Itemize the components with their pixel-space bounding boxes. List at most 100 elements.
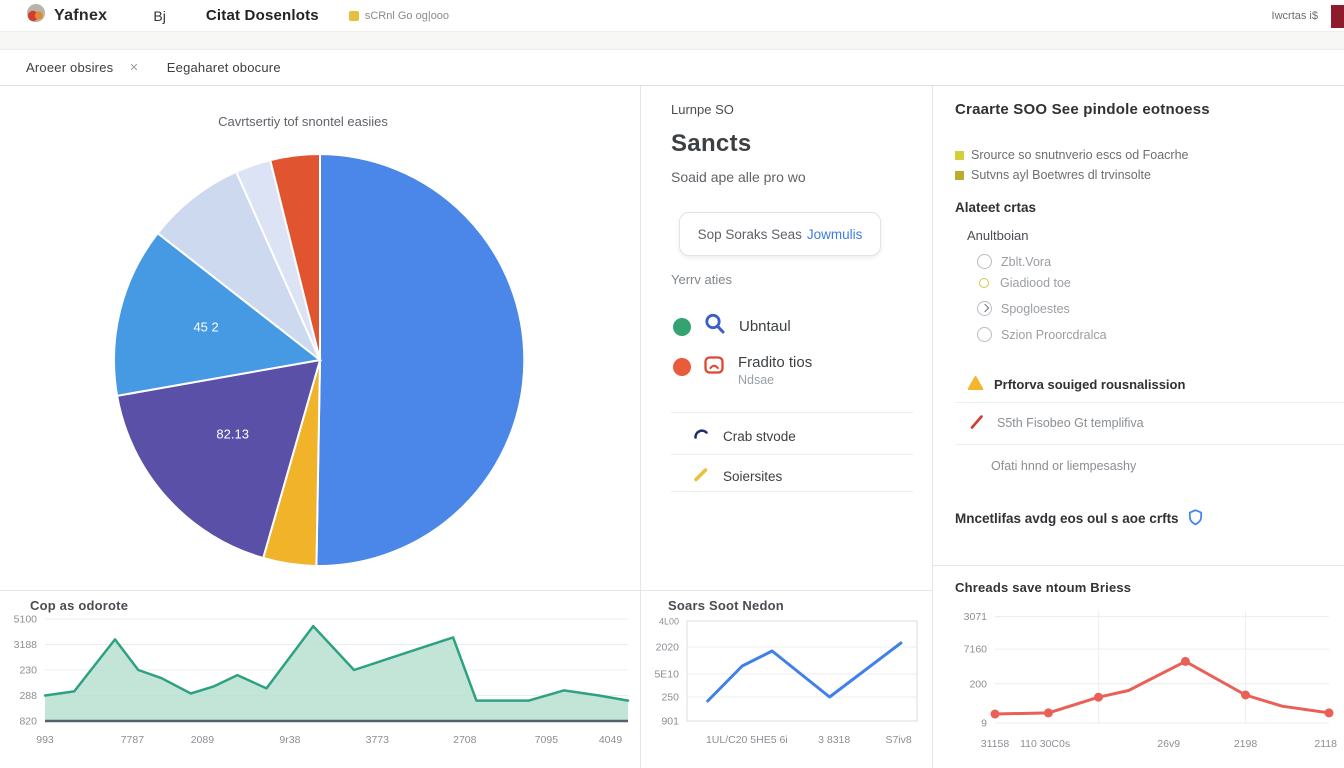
svg-text:5E10: 5E10	[654, 669, 679, 681]
svg-text:288: 288	[19, 690, 37, 702]
radio-icon	[977, 254, 992, 269]
warning-label: Prftorva souiged rousnalission	[994, 377, 1185, 392]
pie-section: Cavrtsertiy tof snontel easiies 82.1345 …	[0, 86, 640, 590]
orange-dot-icon	[673, 358, 691, 376]
list-item[interactable]: Fradito tios Ndsae	[673, 354, 812, 387]
svg-text:4049: 4049	[599, 734, 623, 746]
close-icon[interactable]: ✕	[129, 61, 138, 74]
line-chart-right: 30717160200931158110 30C0s26v921982118	[933, 566, 1344, 768]
list-item-text: Fradito tios Ndsae	[738, 354, 812, 387]
svg-text:7160: 7160	[964, 644, 988, 656]
radio-icon	[979, 278, 989, 288]
tab-second[interactable]: Eegaharet obocure	[167, 60, 281, 75]
app-window: Yafnex Bj Citat Dosenlots sCRnl Go og|oo…	[0, 0, 1344, 768]
main-content: Cavrtsertiy tof snontel easiies 82.1345 …	[0, 86, 1344, 768]
list-item-sub: Ndsae	[738, 373, 812, 387]
line-chart-middle: 4L0020205E102509011UL/C20 5HE5 6i3 8318S…	[641, 591, 933, 768]
radio-icon	[977, 327, 992, 342]
nav-item-2[interactable]: Citat Dosenlots	[206, 7, 319, 24]
svg-text:2118: 2118	[1314, 738, 1337, 750]
svg-text:9: 9	[981, 718, 987, 730]
svg-text:7787: 7787	[121, 734, 145, 746]
tab-second-label: Eegaharet obocure	[167, 60, 281, 75]
yellow-slash-icon	[691, 464, 711, 489]
pie-chart: 82.1345 2	[0, 86, 641, 590]
divider	[955, 444, 1344, 445]
red-badge[interactable]	[1331, 5, 1344, 28]
radio-group-label: Anultboian	[967, 228, 1028, 243]
right-footer[interactable]: Mncetlifas avdg eos oul s aoe crfts	[955, 508, 1204, 529]
svg-text:82.13: 82.13	[216, 427, 249, 442]
radio-label: Giadiood toe	[1000, 276, 1071, 290]
radio-icon	[977, 301, 992, 316]
red-slash-icon	[969, 413, 985, 433]
svg-text:S7iv8: S7iv8	[885, 734, 911, 746]
radio-option[interactable]: Giadiood toe	[977, 276, 1071, 290]
yellow-square-icon	[349, 11, 359, 21]
magnifier-icon	[703, 312, 727, 341]
right-note: Ofati hnnd or liempesashy	[991, 459, 1136, 473]
divider	[671, 491, 913, 492]
svg-text:230: 230	[19, 665, 37, 677]
tab-active[interactable]: Aroeer obsires ✕	[26, 60, 139, 75]
svg-text:9r38: 9r38	[279, 734, 300, 746]
list-item-label: Soiersites	[723, 469, 782, 484]
brand[interactable]: Yafnex	[26, 3, 107, 28]
radio-option[interactable]: Spogloestes	[977, 301, 1070, 316]
topbar: Yafnex Bj Citat Dosenlots sCRnl Go og|oo…	[0, 0, 1344, 32]
warning-icon	[967, 375, 984, 394]
green-square-icon	[955, 151, 964, 160]
panel-left: Cavrtsertiy tof snontel easiies 82.1345 …	[0, 86, 641, 768]
svg-text:7095: 7095	[535, 734, 559, 746]
yandex-logo-icon	[26, 3, 46, 28]
slash-row[interactable]: S5th Fisobeo Gt templifiva	[969, 413, 1144, 433]
nav-item-3-label: sCRnl Go og|ooo	[365, 10, 449, 22]
list-item[interactable]: Ubntaul	[673, 312, 791, 341]
svg-text:4L00: 4L00	[659, 617, 679, 627]
right-subheading: Alateet crtas	[955, 200, 1036, 215]
svg-text:110 30C0s: 110 30C0s	[1020, 738, 1070, 750]
browser-icon	[703, 354, 726, 382]
green-dot-icon	[673, 318, 691, 336]
svg-text:2708: 2708	[453, 734, 477, 746]
shield-icon	[1187, 508, 1204, 529]
center-panel: Lurnpe SO Sancts Soaid ape alle pro wo S…	[641, 86, 932, 590]
radio-option[interactable]: Szion Proorcdralca	[977, 327, 1107, 342]
panel-center: Lurnpe SO Sancts Soaid ape alle pro wo S…	[641, 86, 933, 768]
radio-option[interactable]: Zblt.Vora	[977, 254, 1051, 269]
slash-label: S5th Fisobeo Gt templifiva	[997, 416, 1144, 430]
center-subtitle: Soaid ape alle pro wo	[671, 169, 806, 185]
nav-item-1[interactable]: Bj	[153, 8, 165, 24]
bullet-item: Srource so snutnverio escs od Foacrhe	[955, 148, 1188, 162]
topbar-right-label[interactable]: Iwcrtas i$	[1272, 10, 1318, 22]
list-item-label: Fradito tios	[738, 354, 812, 371]
right-heading: Craarte SOO See pindole eotnoess	[955, 101, 1210, 118]
svg-text:5100: 5100	[14, 614, 38, 626]
list-item-label: Ubntaul	[739, 318, 791, 335]
line-chart-middle-section: Soars Soot Nedon 4L0020205E102509011UL/C…	[641, 590, 932, 768]
list-item[interactable]: Crab stvode	[691, 424, 796, 449]
right-panel: Craarte SOO See pindole eotnoess Srource…	[933, 86, 1344, 565]
arc-icon	[691, 424, 711, 449]
svg-text:901: 901	[661, 716, 679, 728]
nav-item-3[interactable]: sCRnl Go og|ooo	[349, 10, 449, 22]
svg-text:3773: 3773	[366, 734, 390, 746]
svg-text:1UL/C20 5HE5 6i: 1UL/C20 5HE5 6i	[706, 734, 788, 746]
list-item[interactable]: Soiersites	[691, 464, 782, 489]
warning-row[interactable]: Prftorva souiged rousnalission	[967, 375, 1185, 394]
center-caption: Yerrv aties	[671, 272, 732, 287]
area-chart: 5100 3188 230 288 820 993 7787 2089 9r38 3773 2708…	[0, 591, 641, 768]
bullet-label: Srource so snutnverio escs od Foacrhe	[971, 148, 1188, 162]
primary-button-label: Sop Soraks Seas	[698, 227, 802, 242]
tab-active-label: Aroeer obsires	[26, 60, 113, 75]
brand-name: Yafnex	[54, 7, 107, 25]
svg-text:3188: 3188	[14, 639, 38, 651]
svg-text:2089: 2089	[191, 734, 215, 746]
svg-text:820: 820	[19, 716, 37, 728]
svg-text:2020: 2020	[656, 642, 680, 654]
line-chart-right-section: Chreads save ntoum Briess 30717160200931…	[933, 565, 1344, 768]
svg-text:3071: 3071	[964, 611, 988, 623]
divider	[671, 412, 913, 413]
primary-button[interactable]: Sop Soraks Seas Jowmulis	[679, 212, 881, 256]
svg-text:993: 993	[36, 734, 54, 746]
